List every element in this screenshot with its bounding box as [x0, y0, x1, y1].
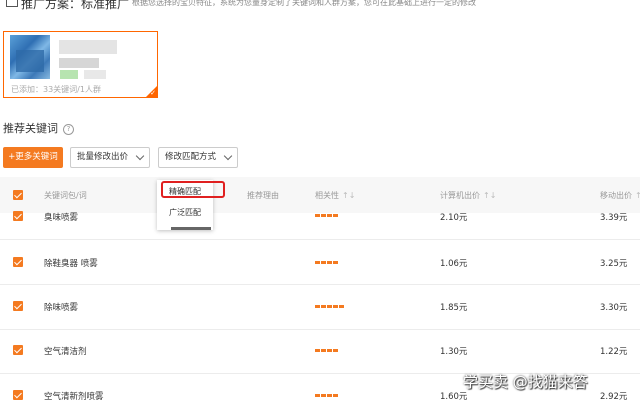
add-keywords-button[interactable]: +更多关键词 — [3, 147, 63, 168]
sort-icon: ↑↓ — [483, 191, 497, 200]
mobile-bid-cell[interactable]: 1.22元 — [600, 345, 627, 357]
product-tag: 已添加：33关键词/1人群 — [11, 85, 101, 94]
relevance-bar-segment — [333, 394, 338, 397]
relevance-bars — [315, 394, 339, 397]
relevance-bar-segment — [333, 214, 338, 217]
relevance-bar-segment — [315, 305, 320, 308]
relevance-bar-segment — [315, 214, 320, 217]
relevance-bars — [315, 305, 345, 308]
highlight-box — [161, 181, 225, 198]
relevance-bar-segment — [333, 349, 338, 352]
header-mobile-bid-label: 移动出价 — [600, 191, 632, 200]
sort-icon: ↑↓ — [342, 191, 356, 200]
mobile-bid-cell[interactable]: 2.92元 — [600, 390, 627, 402]
relevance-bars — [315, 349, 339, 352]
product-subtitle-blurred — [59, 58, 99, 68]
row-checkbox[interactable] — [13, 257, 23, 267]
relevance-bar-segment — [315, 261, 320, 264]
computer-bid-cell[interactable]: 2.10元 — [440, 211, 467, 223]
product-badge-blurred — [60, 70, 78, 79]
relevance-bar-segment — [321, 261, 326, 264]
relevance-bar-segment — [315, 394, 320, 397]
relevance-bar-segment — [321, 349, 326, 352]
table-row[interactable]: 除鞋臭器 喷雾 1.06元 3.25元 — [0, 240, 640, 285]
header-mobile-bid[interactable]: 移动出价↑↓ — [600, 190, 640, 201]
batch-bid-dropdown[interactable]: 批量修改出价 — [70, 147, 150, 168]
plan-title: 推广方案：标准推广 — [21, 0, 130, 11]
section-title: 推荐关键词 — [3, 122, 58, 135]
product-thumbnail-overlay — [16, 50, 44, 72]
relevance-bar-segment — [321, 214, 326, 217]
plan-description: 根据您选择的宝贝特征，系统为您量身定制了关键词和人群方案，您可在此基础上进行一定… — [132, 0, 476, 7]
relevance-bar-segment — [327, 214, 332, 217]
mobile-bid-cell[interactable]: 3.30元 — [600, 301, 627, 313]
product-meta-blurred — [84, 70, 106, 79]
menu-scrollbar[interactable] — [171, 227, 211, 230]
section-heading: 推荐关键词? — [3, 120, 74, 136]
relevance-bars — [315, 214, 339, 217]
match-mode-label: 修改匹配方式 — [165, 152, 217, 162]
relevance-bar-segment — [321, 394, 326, 397]
match-mode-dropdown[interactable]: 修改匹配方式 — [158, 147, 238, 168]
chevron-down-icon — [135, 151, 145, 161]
header-relevance-label: 相关性 — [315, 191, 339, 200]
plan-icon — [6, 0, 18, 7]
row-checkbox[interactable] — [13, 301, 23, 311]
batch-bid-label: 批量修改出价 — [77, 152, 129, 162]
relevance-bars — [315, 261, 339, 264]
help-icon[interactable]: ? — [63, 124, 74, 135]
product-title-blurred — [59, 40, 117, 54]
mobile-bid-cell[interactable]: 3.25元 — [600, 257, 627, 269]
relevance-bar-segment — [333, 305, 338, 308]
relevance-bar-segment — [339, 305, 344, 308]
chevron-down-icon — [223, 151, 233, 161]
relevance-bar-segment — [327, 261, 332, 264]
match-option-broad[interactable]: 广泛匹配 — [157, 207, 213, 218]
watermark: 学买卖 @找猫来答 — [463, 373, 588, 391]
keyword-cell: 空气清洁剂 — [44, 347, 87, 357]
table-row[interactable]: 空气清洁剂 1.30元 1.22元 — [0, 330, 640, 374]
table-row[interactable]: 臭味喷雾 2.10元 3.39元 — [0, 211, 640, 240]
relevance-bar-segment — [327, 305, 332, 308]
check-icon: ✓ — [150, 89, 156, 97]
select-all-checkbox[interactable] — [13, 190, 23, 200]
relevance-bar-segment — [327, 349, 332, 352]
product-card[interactable]: 已添加：33关键词/1人群 ✓ — [3, 31, 158, 98]
header-computer-bid[interactable]: 计算机出价 ↑↓ — [440, 190, 496, 201]
computer-bid-cell[interactable]: 1.30元 — [440, 345, 467, 357]
header-keyword: 关键词包/词 — [44, 191, 87, 200]
keyword-cell: 臭味喷雾 — [44, 213, 79, 223]
relevance-bar-segment — [333, 261, 338, 264]
computer-bid-cell[interactable]: 1.85元 — [440, 301, 467, 313]
plan-header: 推广方案：标准推广 根据您选择的宝贝特征，系统为您量身定制了关键词和人群方案，您… — [0, 0, 640, 16]
header-relevance[interactable]: 相关性 ↑↓ — [315, 190, 355, 201]
computer-bid-cell[interactable]: 1.06元 — [440, 257, 467, 269]
mobile-bid-cell[interactable]: 3.39元 — [600, 211, 627, 223]
table-header: 关键词包/词 推荐理由 相关性↑↓ 计算机出价↑↓ 移动出价↑↓ — [0, 177, 640, 213]
keyword-cell: 除味喷雾 — [44, 303, 79, 313]
header-computer-bid-label: 计算机出价 — [440, 191, 480, 200]
relevance-bar-segment — [321, 305, 326, 308]
row-checkbox[interactable] — [13, 390, 23, 400]
row-checkbox[interactable] — [13, 211, 23, 221]
relevance-bar-segment — [327, 394, 332, 397]
sort-icon: ↑↓ — [635, 191, 640, 200]
header-reason: 推荐理由 — [247, 191, 279, 200]
keyword-cell: 空气清新剂喷雾 — [44, 392, 104, 402]
table-row[interactable]: 除味喷雾 1.85元 3.30元 — [0, 285, 640, 330]
row-checkbox[interactable] — [13, 345, 23, 355]
keyword-cell: 除鞋臭器 喷雾 — [44, 259, 98, 269]
relevance-bar-segment — [315, 349, 320, 352]
